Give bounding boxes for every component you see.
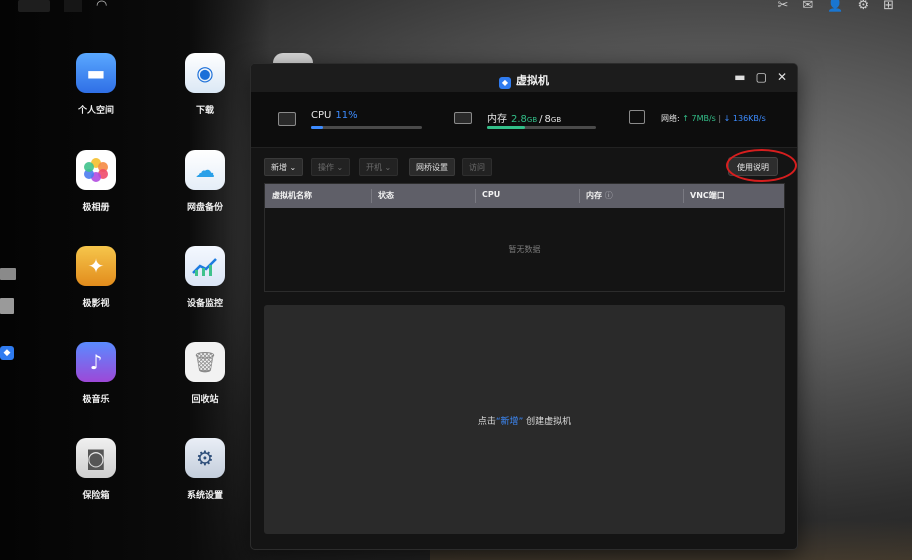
memory-usage-fill (487, 126, 526, 129)
column-vm-name[interactable]: 虚拟机名称 (272, 190, 312, 201)
cpu-value: 11% (335, 110, 358, 121)
power-on-dropdown-button[interactable]: 开机 ⌄ (359, 158, 399, 176)
column-cpu[interactable]: CPU (482, 190, 500, 199)
column-memory[interactable]: 内存 ⓘ (586, 190, 613, 201)
memory-used: 2.8GB (511, 114, 538, 125)
app-label: 极音乐 (82, 395, 110, 405)
info-icon[interactable]: ⓘ (605, 191, 613, 200)
app-system-settings[interactable]: ⚙ 系统设置 (165, 438, 245, 501)
virtual-machine-dock-icon[interactable]: ◆ (0, 346, 14, 360)
memory-total: 8GB (544, 114, 562, 125)
app-label: 设备监控 (186, 299, 223, 309)
cpu-icon (278, 112, 296, 126)
empty-table-text: 暂无数据 (508, 245, 541, 254)
window-title: ◆ 虚拟机 (251, 72, 797, 89)
create-vm-panel: 点击“新增” 创建虚拟机 (264, 305, 785, 534)
virtual-machine-icon: ◆ (499, 77, 511, 89)
access-button[interactable]: 访问 (462, 158, 492, 176)
cpu-usage-fill (311, 126, 324, 129)
column-divider (683, 189, 684, 203)
column-divider (475, 189, 476, 203)
column-status[interactable]: 状态 (378, 190, 394, 201)
network-label: 网络: (661, 114, 680, 123)
app-label: 网盘备份 (186, 203, 223, 213)
trash-icon: 🗑 (185, 342, 225, 382)
memory-icon (454, 112, 472, 124)
status-bar-block (64, 0, 82, 12)
network-upload: ↑ 7MB/s (682, 114, 716, 123)
vm-table: 虚拟机名称 状态 CPU 内存 ⓘ VNC端口 暂无数据 (264, 183, 785, 292)
tools-icon[interactable]: ✂ (777, 0, 788, 13)
bridge-settings-button[interactable]: 网桥设置 (409, 158, 455, 176)
app-photo-album[interactable]: 极相册 (56, 150, 136, 213)
app-video[interactable]: ✦ 极影视 (56, 246, 136, 309)
cpu-stat: CPU 11% (311, 110, 358, 121)
folder-icon: ▬ (76, 53, 116, 93)
app-label: 回收站 (191, 395, 219, 405)
column-divider (371, 189, 372, 203)
network-stat: 网络: ↑ 7MB/s | ↓ 136KB/s (661, 113, 766, 124)
app-music[interactable]: ♪ 极音乐 (56, 342, 136, 405)
memory-label: 内存 (487, 114, 507, 125)
memory-stat: 内存 2.8GB/8GB (487, 110, 561, 125)
hint-suffix: 创建虚拟机 (526, 417, 572, 427)
user-icon[interactable]: 👤 (827, 0, 843, 13)
apps-grid-icon[interactable] (0, 298, 14, 314)
app-label: 保险箱 (82, 491, 110, 501)
app-device-monitor[interactable]: 设备监控 (165, 246, 245, 309)
cloud-upload-icon: ☁ (185, 150, 225, 190)
status-bar-icons: ✂ ✉ 👤 ⚙ ⊞ (777, 0, 894, 13)
window-controls: ▬ ▢ ✕ (734, 70, 787, 84)
download-icon: ◉ (185, 53, 225, 93)
minimize-icon[interactable]: ▬ (734, 70, 745, 84)
window-title-text: 虚拟机 (516, 74, 549, 87)
app-cloud-backup[interactable]: ☁ 网盘备份 (165, 150, 245, 213)
app-recycle-bin[interactable]: 🗑 回收站 (165, 342, 245, 405)
app-safe-box[interactable]: ◙ 保险箱 (56, 438, 136, 501)
network-download: ↓ 136KB/s (723, 114, 766, 123)
vm-toolbar: 新增 ⌄ 操作 ⌄ 开机 ⌄ 网桥设置 访问 使用说明 (251, 148, 797, 182)
music-icon: ♪ (76, 342, 116, 382)
network-icon (629, 110, 645, 124)
video-icon: ✦ (76, 246, 116, 286)
new-dropdown-button[interactable]: 新增 ⌄ (264, 158, 304, 176)
grid-icon[interactable]: ⊞ (883, 0, 894, 13)
operations-dropdown-button[interactable]: 操作 ⌄ (311, 158, 351, 176)
column-vnc-port[interactable]: VNC端口 (690, 190, 725, 201)
network-separator: | (718, 114, 722, 123)
app-label: 个人空间 (77, 106, 114, 116)
resource-stats: CPU 11% 内存 2.8GB/8GB 网络: ↑ 7MB/s | ↓ 136KB… (251, 92, 797, 148)
cpu-label: CPU (311, 110, 332, 121)
photos-icon (76, 150, 116, 190)
app-label: 下载 (195, 106, 214, 116)
close-icon[interactable]: ✕ (777, 70, 787, 84)
table-header: 虚拟机名称 状态 CPU 内存 ⓘ VNC端口 (265, 184, 784, 208)
cpu-usage-bar (311, 126, 422, 129)
wifi-icon: ◠ (96, 0, 108, 13)
side-dock-item[interactable] (0, 268, 16, 280)
memory-usage-bar (487, 126, 596, 129)
app-label: 极相册 (82, 203, 110, 213)
virtual-machine-window: ◆ 虚拟机 ▬ ▢ ✕ CPU 11% 内存 2.8GB/8GB 网络: ↑ 7MB/… (250, 63, 798, 550)
create-vm-hint: 点击“新增” 创建虚拟机 (264, 414, 785, 427)
chart-icon (185, 246, 225, 286)
window-titlebar[interactable]: ◆ 虚拟机 ▬ ▢ ✕ (251, 64, 797, 92)
app-personal-space[interactable]: ▬ 个人空间 (56, 53, 136, 116)
highlight-circle-annotation (726, 149, 797, 182)
mail-icon[interactable]: ✉ (802, 0, 813, 13)
app-download[interactable]: ◉ 下载 (165, 53, 245, 116)
column-divider (579, 189, 580, 203)
app-label: 极影视 (82, 299, 110, 309)
status-bar-block (18, 0, 50, 12)
maximize-icon[interactable]: ▢ (756, 70, 767, 84)
top-status-bar: ◠ ✂ ✉ 👤 ⚙ ⊞ (0, 0, 912, 14)
safe-icon: ◙ (76, 438, 116, 478)
app-label: 系统设置 (186, 491, 223, 501)
gear-icon[interactable]: ⚙ (857, 0, 869, 13)
new-vm-link[interactable]: “新增” (496, 417, 523, 427)
gear-icon: ⚙ (185, 438, 225, 478)
hint-prefix: 点击 (477, 417, 496, 427)
memory-separator: / (539, 114, 543, 125)
